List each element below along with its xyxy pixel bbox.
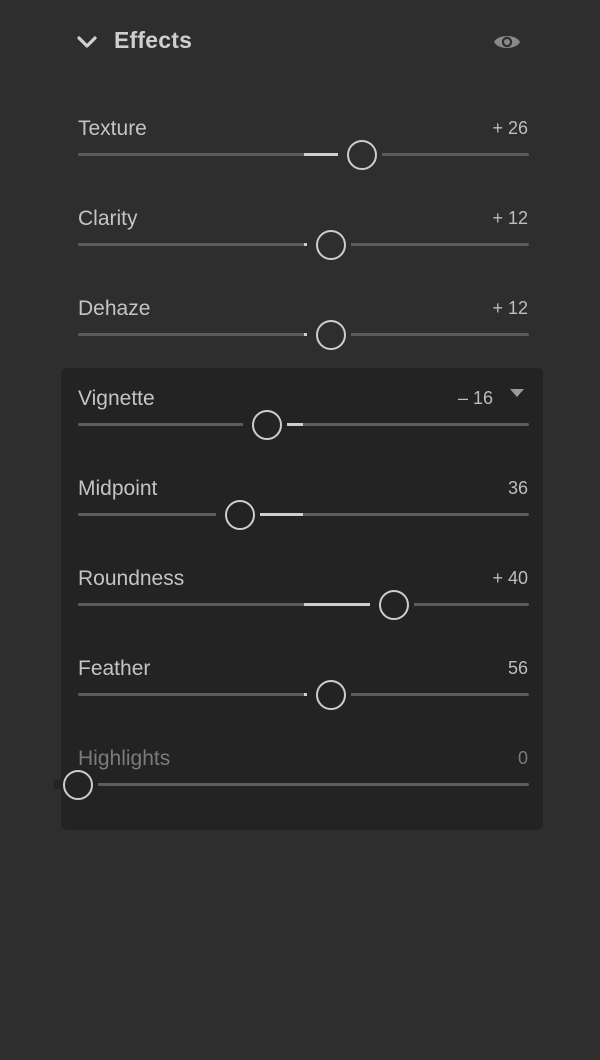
texture-label: Texture xyxy=(78,117,147,140)
roundness-value[interactable]: + 40 xyxy=(492,567,528,589)
vignette-value[interactable]: – 16 xyxy=(458,387,493,409)
highlights-slider-track[interactable] xyxy=(78,783,529,786)
slider-row-vignette: Vignette – 16 xyxy=(0,387,600,477)
feather-slider-thumb[interactable] xyxy=(315,680,346,710)
vignette-dropdown-arrow-icon[interactable] xyxy=(506,386,528,400)
slider-row-feather: Feather 56 xyxy=(0,657,600,747)
slider-row-dehaze: Dehaze + 12 xyxy=(0,297,600,387)
vignette-slider-thumb[interactable] xyxy=(252,410,283,440)
effects-panel-header[interactable]: Effects xyxy=(0,0,600,84)
roundness-label: Roundness xyxy=(78,567,185,590)
texture-value[interactable]: + 26 xyxy=(492,117,528,139)
slider-row-texture: Texture + 26 xyxy=(0,117,600,207)
vignette-label: Vignette xyxy=(78,387,155,410)
highlights-slider-thumb[interactable] xyxy=(63,770,93,800)
feather-label: Feather xyxy=(78,657,151,680)
vignette-slider-track[interactable] xyxy=(78,423,529,426)
midpoint-slider-thumb[interactable] xyxy=(225,500,256,530)
texture-slider-thumb[interactable] xyxy=(347,140,378,170)
slider-row-clarity: Clarity + 12 xyxy=(0,207,600,297)
clarity-label: Clarity xyxy=(78,207,138,230)
clarity-value[interactable]: + 12 xyxy=(492,207,528,229)
clarity-slider-thumb[interactable] xyxy=(315,230,346,260)
highlights-label: Highlights xyxy=(78,747,171,770)
panel-title: Effects xyxy=(114,27,193,53)
dehaze-value[interactable]: + 12 xyxy=(492,297,528,319)
slider-row-midpoint: Midpoint 36 xyxy=(0,477,600,567)
highlights-value[interactable]: 0 xyxy=(518,747,528,769)
feather-value[interactable]: 56 xyxy=(508,657,528,679)
dehaze-label: Dehaze xyxy=(78,297,151,320)
dehaze-slider-thumb[interactable] xyxy=(315,320,346,350)
midpoint-label: Midpoint xyxy=(78,477,158,500)
chevron-down-icon[interactable] xyxy=(76,32,98,52)
midpoint-value[interactable]: 36 xyxy=(508,477,528,499)
midpoint-slider-track[interactable] xyxy=(78,513,529,516)
roundness-slider-thumb[interactable] xyxy=(378,590,409,620)
slider-row-roundness: Roundness + 40 xyxy=(0,567,600,657)
eye-icon[interactable] xyxy=(492,30,522,54)
slider-row-highlights: Highlights 0 xyxy=(0,747,600,837)
